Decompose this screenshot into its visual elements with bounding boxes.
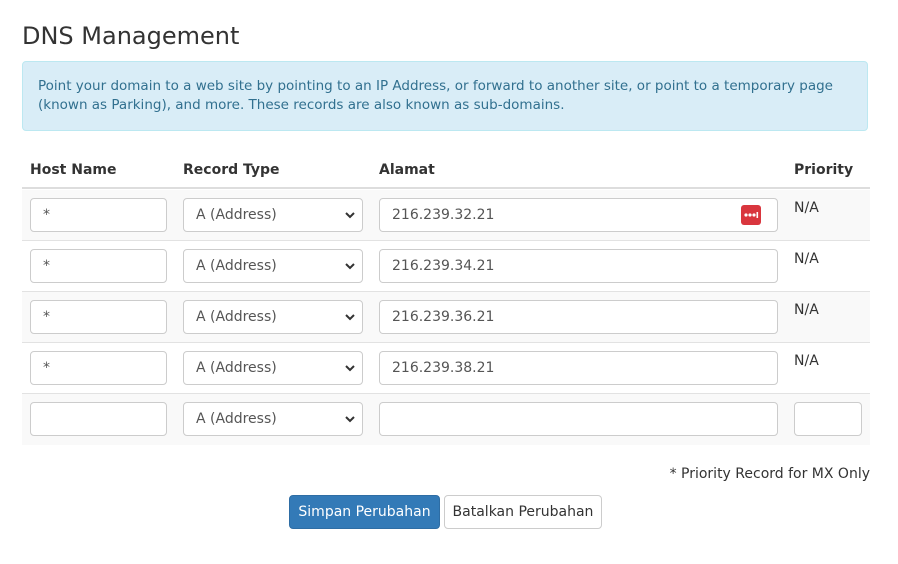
cancel-changes-button[interactable]: Batalkan Perubahan <box>444 495 602 529</box>
address-input[interactable]: 216.239.36.21 <box>379 300 778 334</box>
record-type-value: A (Address) <box>196 258 277 274</box>
header-priority: Priority <box>794 162 854 178</box>
host-name-input[interactable]: * <box>30 300 167 334</box>
record-type-select[interactable]: A (Address) <box>183 402 363 436</box>
table-row: * A (Address) 216.239.34.21 N/A <box>22 241 870 292</box>
host-name-input[interactable]: * <box>30 198 167 232</box>
chevron-down-icon <box>345 212 355 219</box>
chevron-down-icon <box>345 365 355 372</box>
address-input[interactable]: 216.239.32.21 <box>379 198 778 232</box>
priority-value: N/A <box>794 302 819 318</box>
host-name-input[interactable]: * <box>30 351 167 385</box>
record-type-value: A (Address) <box>196 309 277 325</box>
address-input[interactable]: 216.239.34.21 <box>379 249 778 283</box>
page-title: DNS Management <box>22 22 240 50</box>
info-alert: Point your domain to a web site by point… <box>22 61 868 131</box>
priority-input[interactable] <box>794 402 862 436</box>
record-type-value: A (Address) <box>196 207 277 223</box>
address-input[interactable]: 216.239.38.21 <box>379 351 778 385</box>
address-value: 216.239.32.21 <box>392 207 495 223</box>
host-name-input[interactable]: * <box>30 249 167 283</box>
save-changes-button[interactable]: Simpan Perubahan <box>289 495 440 529</box>
address-input[interactable] <box>379 402 778 436</box>
header-address: Alamat <box>379 162 435 178</box>
record-type-value: A (Address) <box>196 360 277 376</box>
chevron-down-icon <box>345 314 355 321</box>
record-type-select[interactable]: A (Address) <box>183 249 363 283</box>
record-type-value: A (Address) <box>196 411 277 427</box>
table-row: * A (Address) 216.239.36.21 N/A <box>22 292 870 343</box>
table-row: * A (Address) 216.239.32.21 N/A <box>22 190 870 241</box>
table-row-new: A (Address) <box>22 394 870 445</box>
record-type-select[interactable]: A (Address) <box>183 351 363 385</box>
record-type-select[interactable]: A (Address) <box>183 198 363 232</box>
header-record-type: Record Type <box>183 162 280 178</box>
table-header: Host Name Record Type Alamat Priority <box>22 151 870 189</box>
priority-footnote: * Priority Record for MX Only <box>669 466 870 482</box>
host-name-input[interactable] <box>30 402 167 436</box>
password-manager-icon[interactable] <box>741 205 761 225</box>
priority-value: N/A <box>794 200 819 216</box>
chevron-down-icon <box>345 263 355 270</box>
chevron-down-icon <box>345 416 355 423</box>
table-row: * A (Address) 216.239.38.21 N/A <box>22 343 870 394</box>
record-type-select[interactable]: A (Address) <box>183 300 363 334</box>
priority-value: N/A <box>794 353 819 369</box>
priority-value: N/A <box>794 251 819 267</box>
header-host-name: Host Name <box>30 162 117 178</box>
